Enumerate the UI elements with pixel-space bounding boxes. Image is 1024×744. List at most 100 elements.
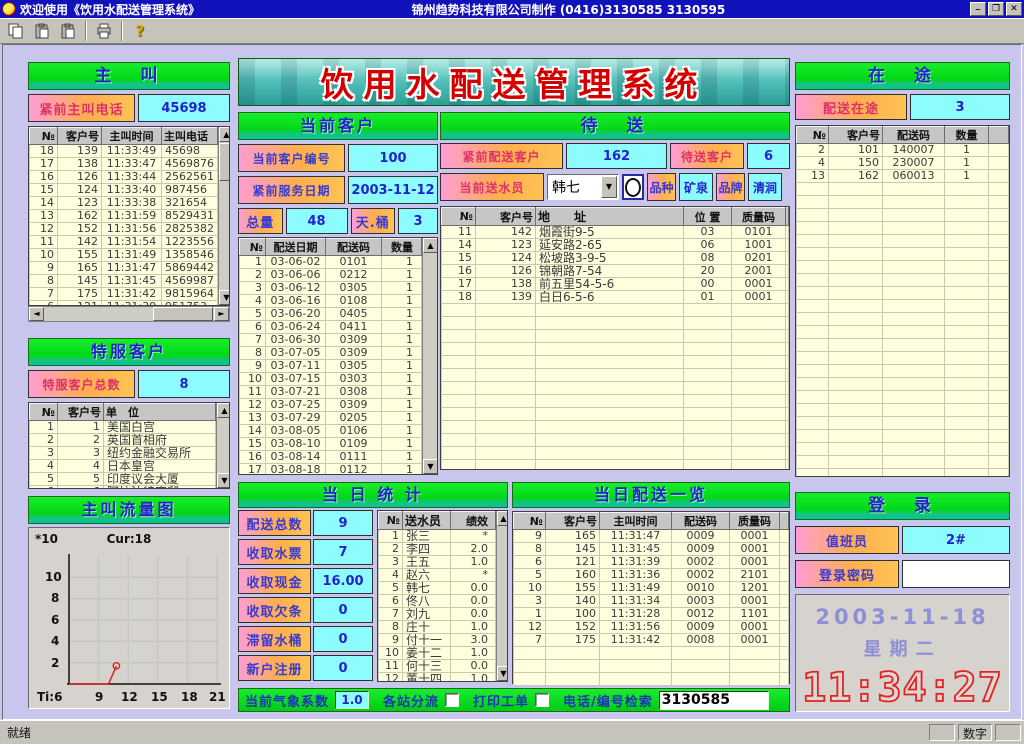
table-row[interactable]: 9付十一3.0 bbox=[379, 634, 496, 647]
column-header[interactable]: № bbox=[30, 404, 58, 421]
scroll-up-button[interactable] bbox=[217, 403, 230, 418]
weather-coef-value[interactable]: 1.0 bbox=[335, 691, 369, 709]
station-split-checkbox[interactable] bbox=[445, 693, 459, 707]
column-header[interactable]: № bbox=[797, 127, 829, 144]
table-row[interactable]: 1215211:31:5600090001 bbox=[514, 621, 789, 634]
table-row[interactable]: 44日本皇宫 bbox=[30, 460, 216, 473]
minimize-button[interactable] bbox=[970, 2, 986, 16]
caller-horizontal-scrollbar[interactable] bbox=[28, 306, 230, 322]
table-row[interactable]: 903-07-1103051 bbox=[240, 360, 422, 373]
table-row[interactable]: 1316211:31:598529431 bbox=[30, 210, 218, 223]
table-row[interactable]: 1003-07-1503031 bbox=[240, 373, 422, 386]
table-row[interactable]: 916511:31:475869442 bbox=[30, 262, 218, 275]
table-row[interactable]: 7刘九0.0 bbox=[379, 608, 496, 621]
special-vertical-scrollbar[interactable] bbox=[216, 403, 230, 488]
chevron-down-icon[interactable] bbox=[601, 176, 617, 198]
scroll-thumb[interactable] bbox=[219, 143, 230, 181]
dial-button[interactable] bbox=[622, 174, 644, 200]
table-row[interactable]: 55印度议会大厦 bbox=[30, 473, 216, 486]
table-row[interactable]: 22英国首相府 bbox=[30, 434, 216, 447]
scroll-down-button[interactable] bbox=[219, 290, 230, 305]
table-row[interactable]: 11何十三0.0 bbox=[379, 660, 496, 673]
paste-icon[interactable] bbox=[30, 20, 54, 42]
table-row[interactable]: 814511:31:4500090001 bbox=[514, 543, 789, 556]
column-header[interactable]: 质量码 bbox=[732, 208, 786, 226]
table-row[interactable]: 1403-08-0501061 bbox=[240, 425, 422, 438]
table-row[interactable]: 403-06-1601081 bbox=[240, 295, 422, 308]
table-row[interactable]: 717511:31:4200080001 bbox=[514, 634, 789, 647]
scroll-left-button[interactable] bbox=[29, 307, 44, 321]
table-row[interactable]: 10姜十二1.0 bbox=[379, 647, 496, 660]
table-row[interactable]: 717511:31:429815964 bbox=[30, 288, 218, 301]
table-row[interactable]: 1103-07-2103081 bbox=[240, 386, 422, 399]
column-header[interactable]: 配送日期 bbox=[266, 239, 326, 256]
table-row[interactable]: 303-06-1203051 bbox=[240, 282, 422, 295]
column-header[interactable]: 绩效 bbox=[451, 512, 496, 530]
table-row[interactable]: 803-07-0503091 bbox=[240, 347, 422, 360]
table-row[interactable]: 1114211:31:541223556 bbox=[30, 236, 218, 249]
column-header[interactable]: 数量 bbox=[945, 127, 989, 144]
column-header[interactable]: 位 置 bbox=[684, 208, 732, 226]
table-row[interactable]: 612111:31:3900020001 bbox=[514, 556, 789, 569]
table-row[interactable]: 1703-08-1801121 bbox=[240, 464, 422, 476]
close-button[interactable] bbox=[1006, 2, 1022, 16]
scroll-thumb[interactable] bbox=[153, 307, 213, 321]
scroll-down-button[interactable] bbox=[217, 473, 230, 488]
copy-icon[interactable] bbox=[4, 20, 28, 42]
table-row[interactable]: 4赵六* bbox=[379, 569, 496, 582]
paste-icon[interactable] bbox=[56, 20, 80, 42]
table-row[interactable]: 1412311:33:38321654 bbox=[30, 197, 218, 210]
caller-vertical-scrollbar[interactable] bbox=[218, 127, 230, 305]
column-header[interactable]: 数量 bbox=[382, 239, 422, 256]
table-row[interactable]: 110011:31:2800121101 bbox=[514, 608, 789, 621]
table-row[interactable]: 11142烟霞街9-5030101 bbox=[442, 226, 789, 239]
table-row[interactable]: 814511:31:454569987 bbox=[30, 275, 218, 288]
scroll-down-button[interactable] bbox=[423, 459, 438, 474]
table-row[interactable]: 203-06-0602121 bbox=[240, 269, 422, 282]
table-row[interactable]: 1张三* bbox=[379, 530, 496, 543]
table-row[interactable]: 8庄十1.0 bbox=[379, 621, 496, 634]
column-header[interactable]: 地 址 bbox=[536, 208, 684, 226]
column-header[interactable]: № bbox=[442, 208, 476, 226]
table-row[interactable]: 603-06-2404111 bbox=[240, 321, 422, 334]
table-row[interactable]: 1603-08-1401111 bbox=[240, 451, 422, 464]
table-row[interactable]: 3王五1.0 bbox=[379, 556, 496, 569]
table-row[interactable]: 11美国白宫 bbox=[30, 421, 216, 434]
table-row[interactable]: 131620600131 bbox=[797, 170, 1009, 183]
table-row[interactable]: 15124松坡路3-9-5080201 bbox=[442, 252, 789, 265]
table-row[interactable]: 16126锦朝路7-54202001 bbox=[442, 265, 789, 278]
column-header[interactable]: 配送码 bbox=[326, 239, 382, 256]
table-row[interactable]: 14123延安路2-65061001 bbox=[442, 239, 789, 252]
table-row[interactable]: 703-06-3003091 bbox=[240, 334, 422, 347]
table-row[interactable]: 17138前五里54-5-6000001 bbox=[442, 278, 789, 291]
column-header[interactable]: 主叫时间 bbox=[600, 513, 672, 530]
table-row[interactable]: 1813911:33:4945698 bbox=[30, 145, 218, 158]
print-icon[interactable] bbox=[92, 20, 116, 42]
table-row[interactable]: 33纽约金融交易所 bbox=[30, 447, 216, 460]
column-header[interactable]: 客户号 bbox=[476, 208, 536, 226]
search-input[interactable] bbox=[659, 691, 769, 710]
table-row[interactable]: 6佟八0.0 bbox=[379, 595, 496, 608]
column-header[interactable]: 主叫电话 bbox=[162, 128, 218, 145]
table-row[interactable]: 1713811:33:474569876 bbox=[30, 158, 218, 171]
table-row[interactable]: 314011:31:3400030001 bbox=[514, 595, 789, 608]
table-row[interactable]: 1512411:33:40987456 bbox=[30, 184, 218, 197]
column-header[interactable]: № bbox=[30, 128, 58, 145]
table-row[interactable]: 66阿拉法特官邸 bbox=[30, 486, 216, 490]
table-row[interactable]: 916511:31:4700090001 bbox=[514, 530, 789, 543]
column-header[interactable]: № bbox=[240, 239, 266, 256]
table-row[interactable]: 1203-07-2503091 bbox=[240, 399, 422, 412]
scroll-right-button[interactable] bbox=[214, 307, 229, 321]
table-row[interactable]: 1215211:31:562825382 bbox=[30, 223, 218, 236]
deliveryman-select[interactable]: 韩七 bbox=[547, 174, 619, 200]
column-header[interactable]: 送水员 bbox=[403, 512, 451, 530]
column-header[interactable]: № bbox=[514, 513, 546, 530]
table-row[interactable]: 1303-07-2902051 bbox=[240, 412, 422, 425]
table-row[interactable]: 103-06-0201011 bbox=[240, 256, 422, 269]
table-row[interactable]: 21011400071 bbox=[797, 144, 1009, 157]
column-header[interactable]: 客户号 bbox=[58, 404, 104, 421]
column-header[interactable]: № bbox=[379, 512, 403, 530]
table-row[interactable]: 1015511:31:491358546 bbox=[30, 249, 218, 262]
scroll-up-button[interactable] bbox=[497, 511, 508, 526]
password-input[interactable] bbox=[902, 560, 1010, 588]
